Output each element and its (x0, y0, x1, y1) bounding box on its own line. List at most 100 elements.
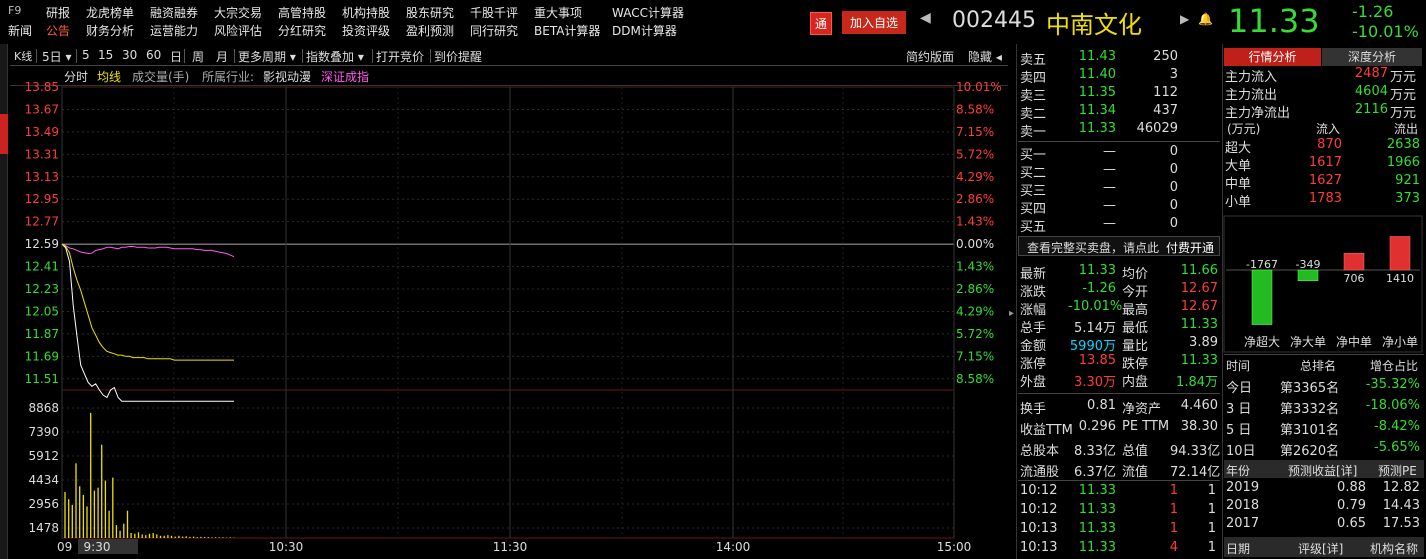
menu2-item-0[interactable]: 新闻 (8, 22, 32, 39)
orderbook-buy-volume: 0 (1169, 180, 1178, 195)
flow-table-head-out: 流出 (1393, 122, 1418, 136)
menu-item-1[interactable]: 研报 (46, 4, 70, 21)
menu-item-0[interactable]: F9 (8, 4, 21, 17)
tick-price: 11.33 (1078, 540, 1116, 555)
orderbook-buy-volume: 0 (1169, 144, 1178, 159)
toolbar-item-6[interactable]: 日 (170, 48, 182, 65)
menu-item-7[interactable]: 股东研究 (406, 4, 454, 21)
menu-item-6[interactable]: 机构持股 (342, 4, 390, 21)
menu2-item-6[interactable]: 投资评级 (342, 22, 390, 39)
full-orderbook-notice[interactable]: 查看完整买卖盘，请点此 付费开通 (1018, 236, 1220, 256)
menu-item-2[interactable]: 龙虎榜单 (86, 4, 134, 21)
eps-head-eps[interactable]: 预测收益[详] (1288, 462, 1357, 479)
tab-market-analysis[interactable]: 行情分析 (1224, 48, 1321, 66)
orderbook-buy-price: — (1103, 144, 1116, 159)
flow-value: 2487 (1354, 66, 1388, 81)
footer-rating[interactable]: 评级[详] (1298, 540, 1343, 557)
rank-divider (1224, 354, 1424, 355)
fund-value: 0.81 (1087, 398, 1116, 413)
tick-price: 11.33 (1078, 502, 1116, 517)
toolbar-item-11[interactable]: 打开竞价 (376, 48, 424, 65)
tick-volume: 1 (1169, 521, 1178, 536)
add-watchlist-button[interactable]: 加入自选 (842, 11, 907, 34)
prev-stock-icon[interactable]: ◀ (920, 10, 931, 26)
toolbar-item-12[interactable]: 到价提醒 (434, 48, 482, 65)
toolbar-item-1[interactable]: 5日 ▾ (42, 48, 71, 65)
toolbar-item-3[interactable]: 15 (98, 48, 113, 62)
quote-label: 最高 (1122, 303, 1149, 318)
orderbook-sell-price: 11.35 (1078, 85, 1116, 100)
rank-head-time: 时间 (1226, 359, 1251, 373)
menu-item-3[interactable]: 融资融券 (150, 4, 198, 21)
hide-panel-button[interactable]: 隐藏 ◂ (968, 48, 1002, 65)
orderbook-sell-price: 11.34 (1078, 103, 1116, 118)
fund-value: 8.33亿 (1074, 444, 1116, 459)
menu2-item-9[interactable]: BETA计算器 (534, 22, 600, 39)
flow-label: 主力流出 (1225, 88, 1278, 103)
menu-item-9[interactable]: 重大事项 (534, 4, 582, 21)
toolbar-item-7[interactable]: 周 (192, 48, 204, 65)
y-label-left: 11.69 (25, 349, 59, 363)
menu-item-5[interactable]: 高管持股 (278, 4, 326, 21)
tick-time: 10:12 (1020, 502, 1058, 517)
toolbar-item-0[interactable]: K线 (14, 48, 32, 64)
fund-label: 流通股 (1020, 465, 1060, 480)
rank-value: 第3365名 (1280, 381, 1340, 396)
simple-layout-button[interactable]: 简约版面 (906, 48, 954, 65)
notice-link[interactable]: 付费开通 (1166, 239, 1214, 256)
menu2-item-3[interactable]: 运营能力 (150, 22, 198, 39)
menu-item-10[interactable]: WACC计算器 (612, 4, 684, 21)
toolbar-separator (302, 49, 303, 63)
y-label-left: 12.23 (25, 282, 59, 296)
tong-badge[interactable]: 通 (810, 12, 833, 35)
net-bar-label: 净中单 (1336, 334, 1372, 349)
stock-name: 中南文化 (1046, 11, 1142, 39)
toolbar-item-2[interactable]: 5 (82, 48, 90, 62)
flow-table-head-unit: (万元) (1227, 122, 1261, 136)
orderbook-divider (1018, 141, 1220, 142)
toolbar-item-5[interactable]: 60 (146, 48, 161, 62)
toolbar-item-10[interactable]: 指数叠加 ▾ (306, 48, 364, 65)
fund-label: 换手 (1020, 402, 1047, 417)
flow-row-label: 中单 (1225, 177, 1252, 192)
menu2-item-4[interactable]: 风险评估 (214, 22, 262, 39)
eps-value: 0.88 (1337, 480, 1366, 495)
toolbar-item-9[interactable]: 更多周期 ▾ (238, 48, 296, 65)
quote-value: -10.01% (1068, 299, 1123, 314)
toolbar-item-4[interactable]: 30 (122, 48, 137, 62)
toolbar-separator (430, 49, 431, 63)
menu2-item-8[interactable]: 同行研究 (470, 22, 518, 39)
toolbar-item-8[interactable]: 月 (216, 48, 228, 65)
menu2-item-1[interactable]: 公告 (46, 22, 70, 39)
collapse-panel-icon[interactable]: ▸ (1009, 308, 1014, 319)
orderbook-buy-volume: 0 (1169, 162, 1178, 177)
tab-deep-analysis[interactable]: 深度分析 (1322, 48, 1422, 66)
eps-pe: 12.82 (1382, 480, 1420, 495)
quote-label: 外盘 (1020, 375, 1047, 390)
orderbook-sell-label: 卖五 (1020, 53, 1047, 68)
menu2-item-7[interactable]: 盈利预测 (406, 22, 454, 39)
fund-value: 0.296 (1078, 419, 1116, 434)
flow-row-out: 373 (1395, 191, 1420, 206)
fund-value: 94.33亿 (1170, 444, 1221, 459)
fund-label: 流值 (1122, 465, 1149, 480)
alert-bell-icon[interactable]: 🔔 (1198, 12, 1213, 26)
volume-label: 2956 (28, 497, 59, 511)
eps-head-year: 年份 (1226, 464, 1251, 478)
quote-label: 内盘 (1122, 375, 1149, 390)
orderbook-sell-price: 11.43 (1078, 49, 1116, 64)
quote-value: 12.67 (1180, 281, 1218, 296)
next-stock-icon[interactable]: ▶ (1180, 12, 1189, 26)
orderbook-sell-volume: 112 (1153, 85, 1178, 100)
net-bar-label: 净大单 (1290, 335, 1326, 349)
menu-item-8[interactable]: 千股千评 (470, 4, 518, 21)
menu-item-4[interactable]: 大宗交易 (214, 4, 262, 21)
orderbook-sell-label: 卖二 (1020, 107, 1047, 122)
flow-label: 主力流入 (1225, 70, 1278, 85)
tick-volume: 1 (1169, 502, 1178, 517)
volume-label: 8868 (28, 401, 59, 415)
intraday-chart[interactable]: 13.85 13.67 13.49 13.31 13.13 12.95 12.77 12.59… (0, 80, 1010, 559)
menu2-item-5[interactable]: 分红研究 (278, 22, 326, 39)
menu2-item-10[interactable]: DDM计算器 (612, 22, 677, 39)
menu2-item-2[interactable]: 财务分析 (86, 22, 134, 39)
